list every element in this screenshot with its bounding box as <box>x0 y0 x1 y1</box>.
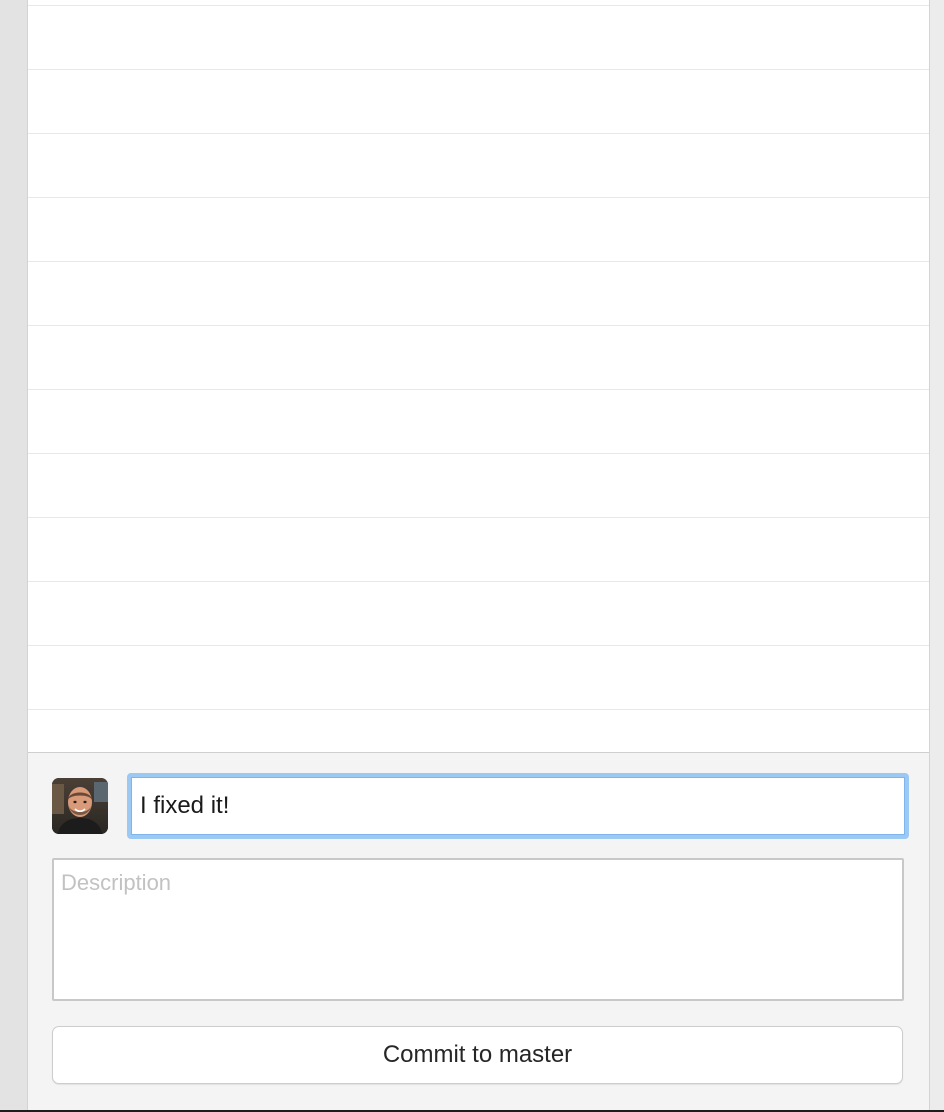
right-window-edge <box>929 0 944 1110</box>
list-item[interactable] <box>28 262 929 326</box>
list-item[interactable] <box>28 390 929 454</box>
list-item[interactable] <box>28 518 929 582</box>
changes-panel: Commit to master <box>28 0 929 1110</box>
avatar <box>52 778 108 834</box>
list-item[interactable] <box>28 70 929 134</box>
left-sidebar-edge <box>0 0 28 1110</box>
list-item[interactable] <box>28 134 929 198</box>
commit-summary-input[interactable] <box>127 773 909 839</box>
user-avatar-icon <box>52 778 108 834</box>
commit-button[interactable]: Commit to master <box>52 1026 903 1084</box>
list-item[interactable] <box>28 6 929 70</box>
commit-description-field[interactable] <box>52 858 904 1001</box>
list-item[interactable] <box>28 646 929 710</box>
commit-form: Commit to master <box>28 753 929 1110</box>
list-item[interactable] <box>28 582 929 646</box>
list-item[interactable] <box>28 326 929 390</box>
changed-files-list[interactable] <box>28 0 929 753</box>
list-item[interactable] <box>28 454 929 518</box>
list-item[interactable] <box>28 198 929 262</box>
